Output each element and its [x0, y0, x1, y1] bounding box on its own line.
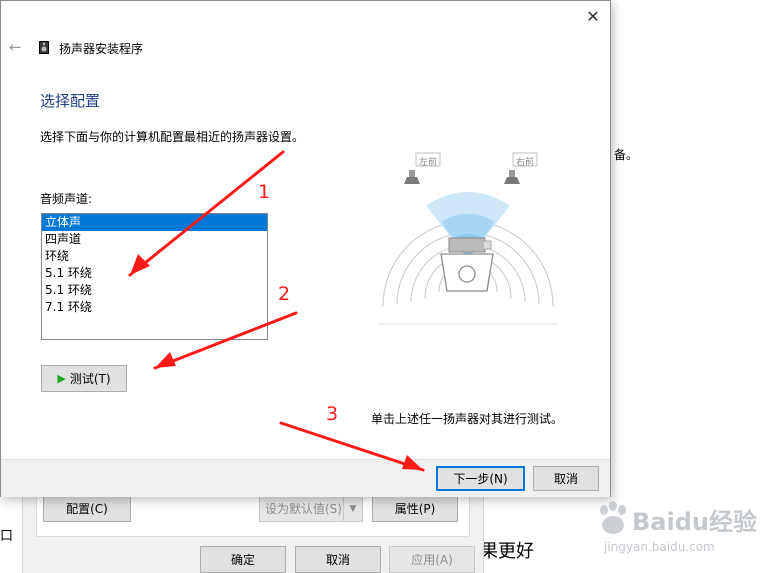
- paw-logo-icon: [600, 501, 626, 534]
- annotation-number-3: 3: [326, 403, 339, 425]
- annotation-arrow-3: [279, 421, 425, 472]
- baidu-watermark: Baidu经验 jingyan.baidu.com: [590, 488, 780, 568]
- annotation-arrow-2: [153, 311, 298, 370]
- annotation-number-2: 2: [278, 283, 291, 305]
- watermark-url: jingyan.baidu.com: [604, 540, 715, 554]
- annotation-number-1: 1: [258, 181, 271, 203]
- watermark-brand: Baidu经验: [632, 508, 757, 536]
- annotation-arrow-1: [128, 150, 285, 277]
